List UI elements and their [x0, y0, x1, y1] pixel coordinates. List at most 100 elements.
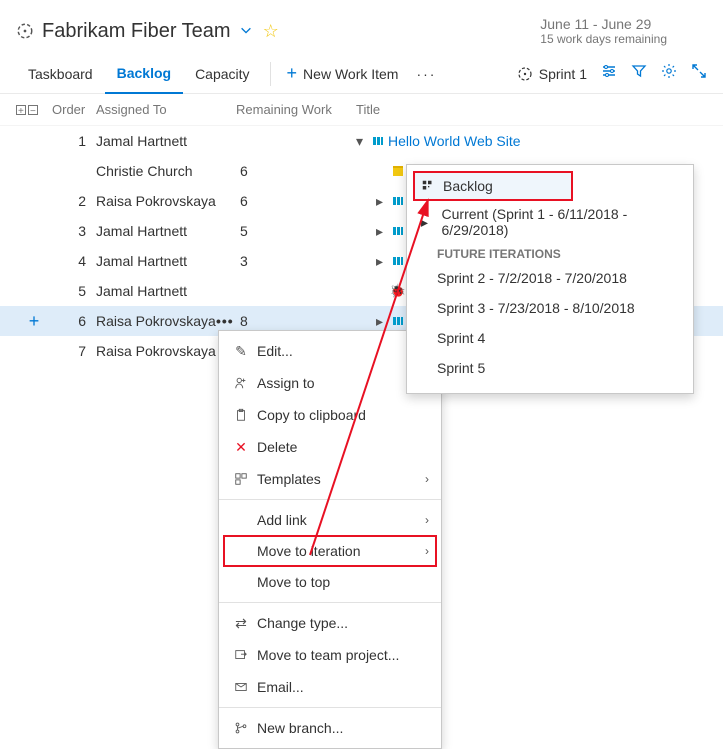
team-icon [16, 22, 34, 40]
toolbar-overflow[interactable]: ··· [406, 66, 446, 82]
tree-toggle-icon[interactable]: ▸ [376, 253, 388, 270]
work-item-type-icon [392, 165, 404, 177]
cell-assigned[interactable]: Jamal Hartnett [96, 253, 236, 269]
ctx-email[interactable]: Email... [219, 671, 441, 703]
iter-sprint-2[interactable]: Sprint 2 - 7/2/2018 - 7/20/2018 [407, 263, 693, 293]
tab-taskboard[interactable]: Taskboard [16, 54, 105, 94]
work-item-title-link[interactable]: Hello World Web Site [388, 133, 521, 149]
tree-toggle-icon[interactable]: ▾ [356, 133, 368, 150]
pencil-icon: ✎ [231, 343, 251, 360]
cell-remaining[interactable]: 8 [236, 313, 356, 329]
page-header: Fabrikam Fiber Team ☆ June 11 - June 29 … [0, 0, 723, 54]
cell-assigned[interactable]: Jamal Hartnett [96, 223, 236, 239]
tree-toggle-icon[interactable]: ▸ [376, 193, 388, 210]
cell-order: 7 [52, 343, 96, 359]
date-range-block: June 11 - June 29 15 work days remaining [540, 16, 707, 46]
work-item-type-icon [392, 195, 404, 207]
cell-title[interactable]: ▾ Hello World Web Site [356, 133, 707, 150]
cell-remaining[interactable]: 6 [236, 193, 356, 209]
ctx-move-project[interactable]: Move to team project... [219, 639, 441, 671]
delete-icon: ✕ [231, 439, 251, 456]
date-range: June 11 - June 29 [540, 16, 667, 32]
iter-sprint-5[interactable]: Sprint 5 [407, 353, 693, 383]
cell-order: 5 [52, 283, 96, 299]
clipboard-icon [231, 408, 251, 422]
backlog-icon [421, 179, 441, 193]
work-item-type-icon: 🐞 [392, 285, 404, 297]
mail-icon [231, 680, 251, 694]
cell-remaining[interactable]: 3 [236, 253, 356, 269]
ctx-change-type[interactable]: ⇄ Change type... [219, 607, 441, 639]
separator [219, 602, 441, 603]
cell-assigned[interactable]: Raisa Pokrovskaya [96, 313, 236, 329]
person-icon [231, 376, 251, 390]
gear-icon[interactable] [661, 63, 677, 84]
team-name[interactable]: Fabrikam Fiber Team [42, 20, 231, 43]
ctx-copy[interactable]: Copy to clipboard [219, 399, 441, 431]
tab-capacity[interactable]: Capacity [183, 54, 261, 94]
work-item-type-icon [392, 255, 404, 267]
cell-assigned[interactable]: Christie Church [96, 163, 236, 179]
separator [219, 499, 441, 500]
tab-backlog[interactable]: Backlog [105, 54, 183, 94]
work-item-type-icon [392, 225, 404, 237]
cell-assigned[interactable]: Jamal Hartnett [96, 283, 236, 299]
team-dropdown-chevron[interactable] [239, 23, 253, 40]
iter-sprint-3[interactable]: Sprint 3 - 7/23/2018 - 8/10/2018 [407, 293, 693, 323]
swap-icon: ⇄ [231, 615, 251, 632]
cell-order: 2 [52, 193, 96, 209]
col-title[interactable]: Title [356, 102, 707, 117]
ctx-delete[interactable]: ✕ Delete [219, 431, 441, 463]
cell-assigned[interactable]: Raisa Pokrovskaya [96, 343, 236, 359]
chevron-right-icon: › [425, 544, 429, 558]
favorite-star-icon[interactable]: ☆ [263, 21, 279, 42]
ctx-new-branch[interactable]: New branch... [219, 712, 441, 744]
ctx-move-to-iteration[interactable]: Move to iteration › [223, 535, 437, 567]
plus-icon: + [287, 63, 298, 84]
row-add-icon[interactable]: + [16, 311, 52, 332]
work-item-row[interactable]: 1Jamal Hartnett ▾ Hello World Web Site [0, 126, 723, 156]
cell-assigned[interactable]: Raisa Pokrovskaya [96, 193, 236, 209]
cell-remaining[interactable]: 5 [236, 223, 356, 239]
branch-icon [231, 721, 251, 735]
fullscreen-icon[interactable] [691, 63, 707, 84]
sprint-label: Sprint 1 [539, 66, 587, 82]
cell-order: 4 [52, 253, 96, 269]
expand-collapse-all[interactable] [16, 105, 52, 115]
iter-sprint-4[interactable]: Sprint 4 [407, 323, 693, 353]
new-work-item-label: New Work Item [303, 66, 398, 82]
cell-order: 3 [52, 223, 96, 239]
iter-current[interactable]: ▸ Current (Sprint 1 - 6/11/2018 - 6/29/2… [407, 207, 693, 237]
tree-toggle-icon[interactable]: ▸ [376, 313, 388, 330]
ctx-templates[interactable]: Templates › [219, 463, 441, 495]
right-tools: Sprint 1 [517, 63, 707, 84]
ctx-move-to-top[interactable]: Move to top [219, 566, 441, 598]
cell-remaining[interactable]: 6 [236, 163, 356, 179]
ctx-add-link[interactable]: Add link › [219, 504, 441, 536]
row-overflow-icon[interactable]: ••• [216, 313, 234, 329]
column-headers: Order Assigned To Remaining Work Title [0, 94, 723, 126]
separator [219, 707, 441, 708]
iteration-flyout: Backlog ▸ Current (Sprint 1 - 6/11/2018 … [406, 164, 694, 394]
new-work-item-button[interactable]: + New Work Item [279, 63, 407, 84]
chevron-right-icon: › [425, 472, 429, 486]
move-project-icon [231, 648, 251, 662]
divider [270, 62, 271, 86]
iter-backlog[interactable]: Backlog [413, 171, 573, 201]
col-remaining[interactable]: Remaining Work [236, 102, 356, 117]
sprint-selector[interactable]: Sprint 1 [517, 66, 587, 82]
iter-future-header: FUTURE ITERATIONS [407, 237, 693, 263]
work-item-type-icon [392, 315, 404, 327]
chevron-right-icon: ▸ [421, 214, 440, 231]
col-order[interactable]: Order [52, 102, 96, 117]
cell-order: 6 [52, 313, 96, 329]
cell-order: 1 [52, 133, 96, 149]
work-item-type-icon [372, 135, 384, 147]
cell-assigned[interactable]: Jamal Hartnett [96, 133, 236, 149]
chevron-right-icon: › [425, 513, 429, 527]
days-remaining: 15 work days remaining [540, 32, 667, 46]
col-assigned[interactable]: Assigned To [96, 102, 236, 117]
filter-icon[interactable] [631, 63, 647, 84]
tree-toggle-icon[interactable]: ▸ [376, 223, 388, 240]
settings-sliders-icon[interactable] [601, 63, 617, 84]
